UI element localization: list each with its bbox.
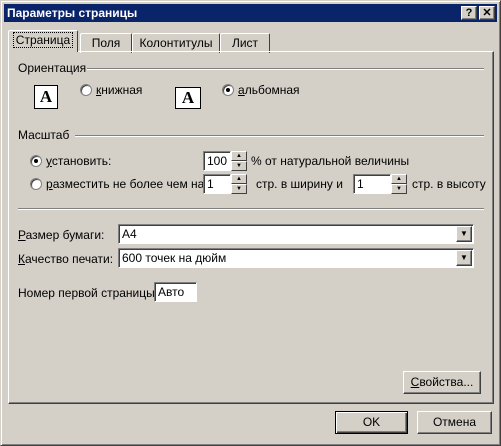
fit-to-radio[interactable]: [30, 178, 42, 190]
spin-down-icon[interactable]: ▼: [231, 184, 247, 194]
spin-up-icon[interactable]: ▲: [231, 151, 247, 161]
page-setup-dialog: Параметры страницы ? ✕ Страница Поля Кол…: [0, 0, 501, 446]
print-quality-value: 600 точек на дюйм: [122, 251, 227, 265]
tab-header-footer[interactable]: Колонтитулы: [132, 33, 220, 53]
percent-suffix: % от натуральной величины: [251, 154, 410, 168]
pages-tall-spinner[interactable]: ▲ ▼: [391, 174, 407, 194]
adjust-to-label[interactable]: установить:: [46, 154, 111, 168]
section-separator: [18, 208, 484, 210]
scale-percent-spinner[interactable]: ▲ ▼: [231, 151, 247, 171]
dialog-title: Параметры страницы: [7, 6, 138, 20]
paper-size-label: Размер бумаги:: [18, 228, 105, 242]
paper-size-select[interactable]: A4 ▼: [118, 224, 474, 244]
properties-button[interactable]: Свойства...: [403, 371, 481, 394]
pages-wide-suffix: стр. в ширину и: [256, 177, 343, 191]
close-button[interactable]: ✕: [479, 6, 495, 20]
chevron-down-icon[interactable]: ▼: [456, 250, 472, 266]
tab-panel-page: Ориентация A книжная A альбомная Масштаб…: [8, 51, 494, 404]
tab-sheet-label: Лист: [231, 36, 259, 50]
pages-wide-input[interactable]: 1: [203, 174, 231, 194]
pages-tall-input[interactable]: 1: [353, 174, 391, 194]
first-page-number-input[interactable]: Авто: [154, 282, 197, 302]
landscape-radio[interactable]: [222, 84, 234, 96]
print-quality-label: Качество печати:: [18, 252, 114, 266]
spin-down-icon[interactable]: ▼: [391, 184, 407, 194]
tab-page[interactable]: Страница: [8, 30, 78, 52]
cancel-button[interactable]: Отмена: [417, 411, 492, 434]
pages-tall-suffix: стр. в высоту: [412, 177, 486, 191]
spin-down-icon[interactable]: ▼: [231, 161, 247, 171]
orientation-group-label: Ориентация: [18, 61, 87, 75]
spin-up-icon[interactable]: ▲: [391, 174, 407, 184]
adjust-to-radio[interactable]: [30, 155, 42, 167]
tab-sheet[interactable]: Лист: [220, 33, 270, 53]
title-bar[interactable]: Параметры страницы ? ✕: [4, 4, 497, 22]
landscape-page-icon: A: [175, 87, 201, 109]
orientation-divider: [87, 68, 484, 70]
fit-to-label[interactable]: разместить не более чем на:: [46, 177, 208, 191]
pages-wide-spinner[interactable]: ▲ ▼: [231, 174, 247, 194]
print-quality-select[interactable]: 600 точек на дюйм ▼: [118, 248, 474, 268]
spin-up-icon[interactable]: ▲: [231, 174, 247, 184]
tab-header-footer-label: Колонтитулы: [139, 36, 213, 50]
scale-divider: [75, 135, 484, 137]
tab-margins-label: Поля: [91, 36, 121, 50]
landscape-label[interactable]: альбомная: [238, 83, 300, 97]
portrait-page-icon: A: [34, 85, 58, 109]
first-page-number-label: Номер первой страницы:: [18, 286, 159, 300]
portrait-label[interactable]: книжная: [96, 83, 142, 97]
paper-size-value: A4: [122, 227, 137, 241]
help-button[interactable]: ?: [461, 6, 477, 20]
scale-percent-input[interactable]: 100: [203, 151, 231, 171]
tab-page-label: Страница: [12, 32, 74, 48]
tab-margins[interactable]: Поля: [80, 33, 132, 53]
portrait-radio[interactable]: [80, 84, 92, 96]
ok-button[interactable]: OK: [335, 411, 408, 434]
scale-group-label: Масштаб: [18, 128, 70, 142]
chevron-down-icon[interactable]: ▼: [456, 226, 472, 242]
